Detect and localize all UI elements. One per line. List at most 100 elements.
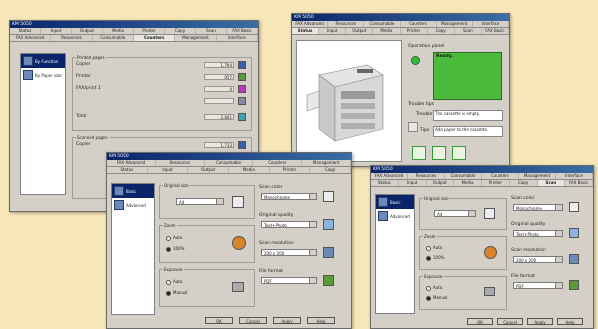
ok-button[interactable]: OK bbox=[467, 318, 493, 325]
apply-button[interactable]: Apply bbox=[273, 317, 301, 324]
tab-status[interactable]: Status bbox=[292, 28, 320, 34]
cancel-button[interactable]: Cancel bbox=[497, 318, 523, 325]
scan-color-icon bbox=[323, 191, 334, 202]
tab-fax-basic[interactable]: FAX Basic bbox=[227, 28, 258, 34]
tab-copy[interactable]: Copy bbox=[510, 180, 538, 186]
help-button[interactable]: Help bbox=[307, 317, 335, 324]
exposure-icon bbox=[232, 282, 244, 292]
tab-input[interactable]: Input bbox=[41, 28, 72, 34]
tab-scan[interactable]: Scan bbox=[537, 180, 566, 186]
tab-output[interactable]: Output bbox=[346, 28, 374, 34]
tab-resources[interactable]: Resources bbox=[408, 173, 445, 179]
exposure-manual-radio[interactable]: Manual bbox=[426, 295, 448, 301]
tab-input[interactable]: Input bbox=[319, 28, 347, 34]
help-button[interactable]: Help bbox=[557, 318, 583, 325]
original-size-select[interactable]: A4 bbox=[176, 198, 224, 205]
file-format-select[interactable]: PDF bbox=[513, 282, 563, 289]
door-icon[interactable] bbox=[452, 146, 466, 160]
tab-fax-advanced[interactable]: FAX Advanced bbox=[292, 21, 329, 27]
basic-icon bbox=[378, 197, 388, 207]
tab-output[interactable]: Output bbox=[427, 180, 455, 186]
original-size-select[interactable]: A4 bbox=[434, 210, 476, 217]
tab-counters[interactable]: Counters bbox=[253, 160, 303, 166]
tab-fax-advanced[interactable]: FAX Advanced bbox=[10, 35, 52, 41]
original-quality-select[interactable]: Text+Photo bbox=[513, 230, 563, 237]
tab-fax-advanced[interactable]: FAX Advanced bbox=[371, 173, 408, 179]
tab-scan[interactable]: Scan bbox=[196, 28, 227, 34]
scan-resolution-select[interactable]: 200 x 200 bbox=[513, 256, 563, 263]
sidebar-item-label: By Paper size bbox=[35, 72, 62, 78]
tab-printer[interactable]: Printer bbox=[134, 28, 165, 34]
tab-scan[interactable]: Scan bbox=[455, 28, 482, 34]
tab-management[interactable]: Management bbox=[519, 173, 556, 179]
original-size-icon bbox=[232, 196, 244, 208]
sidebar-item-by-paper-size[interactable]: By Paper size bbox=[21, 68, 65, 82]
tab-printer[interactable]: Printer bbox=[270, 167, 311, 173]
tab-consumable[interactable]: Consumable bbox=[93, 35, 134, 41]
tab-media[interactable]: Media bbox=[373, 28, 401, 34]
tab-printer[interactable]: Printer bbox=[482, 180, 510, 186]
sidebar-item-basic[interactable]: Basic bbox=[112, 184, 154, 198]
tab-status[interactable]: Status bbox=[371, 180, 399, 186]
tab-fax-basic[interactable]: FAX Basic bbox=[565, 180, 593, 186]
exposure-icon bbox=[484, 287, 495, 296]
zoom-auto-radio[interactable]: Auto bbox=[166, 235, 182, 241]
tab-media[interactable]: Media bbox=[103, 28, 134, 34]
zoom-100-radio[interactable]: 100% bbox=[426, 255, 444, 261]
zoom-icon bbox=[232, 236, 246, 250]
sidebar-item-advanced[interactable]: Advanced bbox=[112, 198, 154, 212]
lcd-display: Ready. bbox=[433, 52, 502, 100]
tab-status[interactable]: Status bbox=[10, 28, 41, 34]
tab-management[interactable]: Management bbox=[302, 160, 351, 166]
zoom-100-radio[interactable]: 100% bbox=[166, 246, 184, 252]
tab-status[interactable]: Status bbox=[107, 167, 148, 173]
tab-input[interactable]: Input bbox=[399, 180, 427, 186]
exposure-manual-radio[interactable]: Manual bbox=[166, 290, 188, 296]
file-format-select[interactable]: PDF bbox=[261, 277, 317, 284]
tab-counters[interactable]: Counters bbox=[133, 35, 176, 41]
tab-resources[interactable]: Resources bbox=[156, 160, 205, 166]
tab-media[interactable]: Media bbox=[229, 167, 270, 173]
tab-consumable[interactable]: Consumable bbox=[364, 21, 401, 27]
zoom-auto-radio[interactable]: Auto bbox=[426, 245, 442, 251]
cancel-button[interactable]: Cancel bbox=[239, 317, 267, 324]
tab-fax-advanced[interactable]: FAX Advanced bbox=[107, 160, 156, 166]
scan-color-select[interactable]: Monochrome bbox=[261, 193, 317, 200]
paper-path-icon[interactable] bbox=[432, 146, 446, 160]
group-label: Scanned pages bbox=[76, 135, 109, 140]
file-format-label: File format bbox=[259, 269, 283, 274]
tab-interface[interactable]: Interface bbox=[473, 21, 509, 27]
tab-management[interactable]: Management bbox=[175, 35, 217, 41]
tab-counters[interactable]: Counters bbox=[482, 173, 519, 179]
scan-resolution-select[interactable]: 200 x 200 bbox=[261, 249, 317, 256]
tab-input[interactable]: Input bbox=[148, 167, 189, 173]
tab-consumable[interactable]: Consumable bbox=[445, 173, 482, 179]
sidebar-item-basic[interactable]: Basic bbox=[376, 195, 414, 209]
tab-resources[interactable]: Resources bbox=[328, 21, 365, 27]
tab-consumable[interactable]: Consumable bbox=[205, 160, 254, 166]
tab-counters[interactable]: Counters bbox=[401, 21, 437, 27]
tab-management[interactable]: Management bbox=[437, 21, 473, 27]
tab-interface[interactable]: Interface bbox=[217, 35, 258, 41]
tab-printer[interactable]: Printer bbox=[401, 28, 428, 34]
tab-media[interactable]: Media bbox=[454, 180, 482, 186]
tab-copy[interactable]: Copy bbox=[165, 28, 196, 34]
sidebar-item-advanced[interactable]: Advanced bbox=[376, 209, 414, 223]
apply-button[interactable]: Apply bbox=[527, 318, 553, 325]
sidebar-item-by-function[interactable]: By Function bbox=[21, 54, 65, 68]
tab-fax-basic[interactable]: FAX Basic bbox=[482, 28, 509, 34]
row-value: 0 bbox=[204, 86, 234, 92]
original-quality-select[interactable]: Text+Photo bbox=[261, 221, 317, 228]
tab-copy[interactable]: Copy bbox=[428, 28, 455, 34]
exposure-auto-radio[interactable]: Auto bbox=[166, 279, 182, 285]
tab-resources[interactable]: Resources bbox=[51, 35, 93, 41]
exposure-auto-radio[interactable]: Auto bbox=[426, 285, 442, 291]
tab-copy[interactable]: Copy bbox=[310, 167, 351, 173]
row-value: 1,794 bbox=[204, 62, 234, 68]
scan-color-select[interactable]: Monochrome bbox=[513, 204, 563, 211]
tab-interface[interactable]: Interface bbox=[556, 173, 593, 179]
toner-icon[interactable] bbox=[412, 146, 426, 160]
ok-button[interactable]: OK bbox=[205, 317, 233, 324]
tab-output[interactable]: Output bbox=[188, 167, 230, 173]
tab-output[interactable]: Output bbox=[72, 28, 103, 34]
